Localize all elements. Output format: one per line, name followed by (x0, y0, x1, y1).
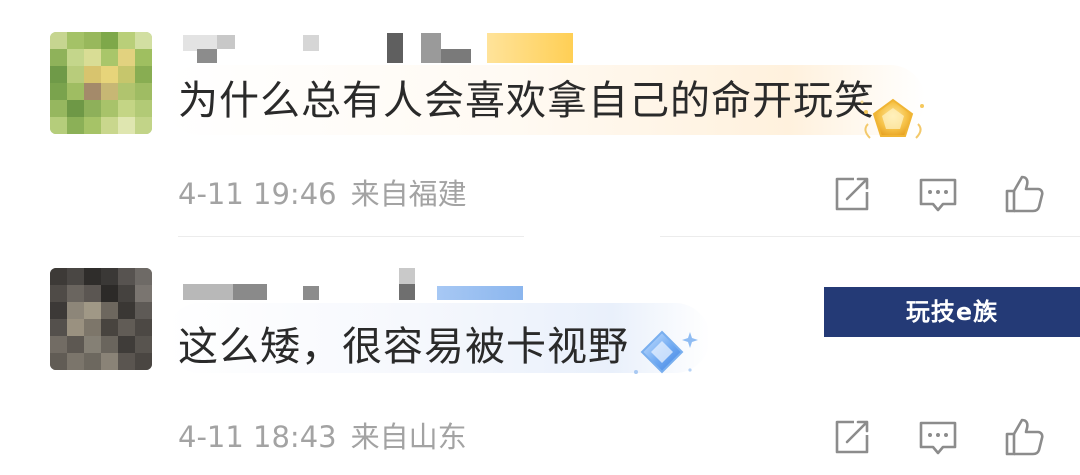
share-button[interactable] (830, 415, 874, 459)
like-button[interactable] (1002, 415, 1046, 459)
comment-icon (919, 178, 957, 212)
avatar[interactable] (50, 32, 152, 134)
comment-actions (830, 172, 1050, 216)
comment-text: 这么矮，很容易被卡视野 (178, 324, 629, 370)
divider (178, 236, 524, 237)
comment-item: 这么矮，很容易被卡视野 4-11 18:43 来自山东 (0, 238, 1080, 475)
share-button[interactable] (830, 172, 874, 216)
comment-location: 来自山东 (350, 420, 467, 454)
comment-icon (919, 421, 957, 455)
reply-button[interactable] (916, 415, 960, 459)
comment-text: 为什么总有人会喜欢拿自己的命开玩笑 (178, 78, 875, 124)
avatar[interactable] (50, 268, 152, 370)
comment-meta: 4-11 18:43 来自山东 (178, 419, 467, 455)
comment-time: 4-11 18:43 (178, 420, 337, 454)
share-icon (835, 177, 869, 211)
thumbs-up-icon (1005, 175, 1044, 213)
comment-actions (830, 415, 1050, 459)
thumbs-up-icon (1005, 418, 1044, 456)
comment-meta: 4-11 19:46 来自福建 (178, 176, 467, 212)
reply-button[interactable] (916, 172, 960, 216)
comment-time: 4-11 19:46 (178, 177, 337, 211)
comment-location: 来自福建 (350, 177, 467, 211)
gold-badge-icon (858, 94, 928, 150)
comment-item: 为什么总有人会喜欢拿自己的命开玩笑 4-11 19:46 来自福建 (0, 0, 1080, 238)
watermark-logo: 玩技e族 (824, 287, 1080, 337)
share-icon (835, 420, 869, 454)
blue-diamond-badge-icon (630, 324, 698, 384)
like-button[interactable] (1002, 172, 1046, 216)
divider (660, 236, 1080, 237)
